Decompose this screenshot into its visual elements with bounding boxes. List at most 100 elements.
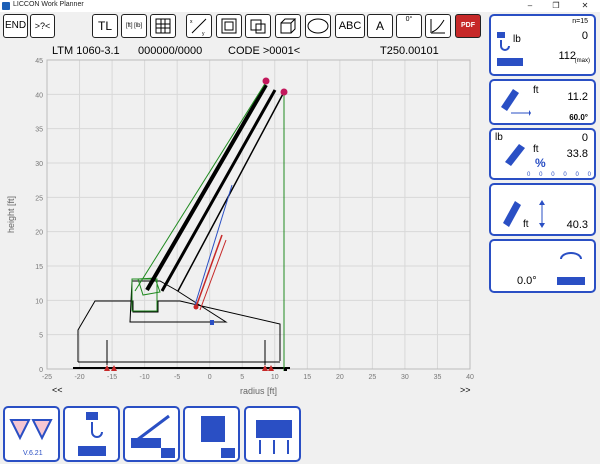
cube-button[interactable]: [275, 14, 301, 38]
frame-button[interactable]: [216, 14, 242, 38]
maximize-button[interactable]: ❐: [546, 0, 566, 12]
crane-camera-button[interactable]: [123, 406, 180, 462]
app-icon: [2, 2, 10, 10]
boom-envelope-green: [134, 81, 267, 292]
plot-frame: [46, 59, 471, 370]
slew-panel[interactable]: 0.0°: [489, 239, 596, 293]
x-tick-label: 35: [434, 374, 442, 381]
chart-grid: [46, 59, 471, 370]
telescope-icon: [505, 144, 525, 166]
x-tick-label: 40: [466, 374, 474, 381]
x-tick-label: 0: [208, 374, 212, 381]
text-button[interactable]: ABC: [335, 14, 365, 38]
utilization-panel[interactable]: lb ft % 0 33.8 0 0 0 0 0 0: [489, 128, 596, 180]
y-tick-label: 45: [35, 58, 43, 65]
load-value: 0: [581, 30, 588, 42]
carrier-outline: [77, 300, 281, 362]
boom-luff-line: [177, 91, 285, 292]
help-button[interactable]: >?<: [30, 14, 55, 38]
y-axis-label: height [ft]: [6, 196, 16, 233]
y-tick-label: 30: [35, 161, 43, 168]
scroll-left-button[interactable]: <<: [52, 385, 63, 395]
boom-radius-icon: [501, 89, 531, 116]
x-tick-label: -20: [74, 374, 84, 381]
count-label: n=15: [572, 18, 588, 25]
axis-icon: xy: [190, 18, 207, 37]
radius-unit: ft: [533, 85, 539, 96]
y-tick-label: 20: [35, 230, 43, 237]
outrigger-icon: [256, 420, 292, 454]
grid-view-button[interactable]: [150, 14, 176, 38]
frame-icon: [221, 18, 237, 34]
x-tick-label: 15: [303, 374, 311, 381]
units-button[interactable]: [ft] [lb]: [121, 14, 147, 38]
pdf-export-button[interactable]: PDF: [455, 14, 481, 38]
x-tick-label: 10: [271, 374, 279, 381]
radius-panel[interactable]: ft 11.2 60.0°: [489, 79, 596, 125]
load-unit: lb: [513, 34, 521, 45]
y-tick-label: 35: [35, 127, 43, 134]
x-tick-label: 25: [368, 374, 376, 381]
boom-head-pin-2: [280, 88, 288, 96]
curve-button[interactable]: [425, 14, 451, 38]
height-panel[interactable]: ft 40.3: [489, 183, 596, 236]
boom-main-1: [145, 83, 268, 292]
x-tick-label: -15: [107, 374, 117, 381]
x-tick-label: -10: [140, 374, 150, 381]
counterweight-icon: [201, 416, 235, 458]
load-panel[interactable]: lb n=15 0 112 (max): [489, 14, 596, 76]
utilization-ft-value: 33.8: [566, 148, 588, 160]
utilization-lb-unit: lb: [495, 132, 503, 143]
slew-rotate-icon: [557, 252, 585, 285]
x-tick-label: 30: [401, 374, 409, 381]
utilization-lb-value: 0: [581, 132, 588, 144]
minimize-button[interactable]: –: [520, 0, 540, 12]
y-tick-label: 25: [35, 195, 43, 202]
x-tick-label: 20: [336, 374, 344, 381]
height-value: 40.3: [566, 219, 588, 231]
crane-camera-icon: [131, 414, 175, 458]
crane-drawing: [73, 77, 290, 371]
mode-select-button[interactable]: V.6.21: [3, 406, 60, 462]
hook-block-icon: [78, 412, 106, 456]
boom-head-pin-1: [262, 77, 270, 85]
tl-button[interactable]: TL: [92, 14, 118, 38]
zoom-button[interactable]: [245, 14, 271, 38]
zoom-icon: [250, 19, 266, 34]
x-tick-label: -5: [174, 374, 180, 381]
percent-icon: %: [535, 156, 546, 170]
up-down-arrow-icon: [539, 200, 545, 228]
double-triangle-icon: [9, 419, 53, 441]
cylinder-red: [195, 234, 223, 308]
load-marker: [284, 368, 287, 371]
angle-label: 0°: [405, 16, 413, 23]
cylinder-pivot: [193, 304, 199, 310]
utilization-ft-unit: ft: [533, 144, 539, 155]
axis-button[interactable]: xy: [186, 14, 212, 38]
scroll-right-button[interactable]: >>: [460, 385, 471, 395]
boom-angle: 60.0°: [569, 113, 588, 122]
grid-icon: [155, 18, 171, 34]
cylinder-blue: [194, 184, 233, 306]
y-tick-label: 10: [35, 298, 43, 305]
svg-text:y: y: [202, 31, 205, 37]
ellipse-button[interactable]: [305, 14, 331, 38]
counterweight-camera-button[interactable]: [183, 406, 240, 462]
cube-icon: [280, 18, 297, 34]
x-tick-label: -25: [42, 374, 52, 381]
svg-text:x: x: [190, 19, 193, 25]
height-unit: ft: [523, 219, 529, 230]
angle-button[interactable]: 0°: [396, 14, 422, 38]
crane-chart[interactable]: -25 -20 -15 -10 -5 0 5 10 15 20 25 30 35 40 0 5 10 15 20 25…: [0, 40, 486, 396]
title-bar: LICCON Work Planner – ❐ ✕: [0, 0, 600, 12]
end-button[interactable]: END: [3, 14, 28, 38]
y-tick-label: 5: [39, 333, 43, 340]
annotation-button[interactable]: A: [367, 14, 393, 38]
curve-icon: [430, 19, 445, 34]
max-label: (max): [574, 58, 590, 64]
slew-value: 0.0°: [517, 275, 537, 287]
close-button[interactable]: ✕: [575, 0, 595, 12]
outrigger-button[interactable]: [244, 406, 301, 462]
hook-button[interactable]: [63, 406, 120, 462]
ellipse-icon: [307, 18, 329, 34]
